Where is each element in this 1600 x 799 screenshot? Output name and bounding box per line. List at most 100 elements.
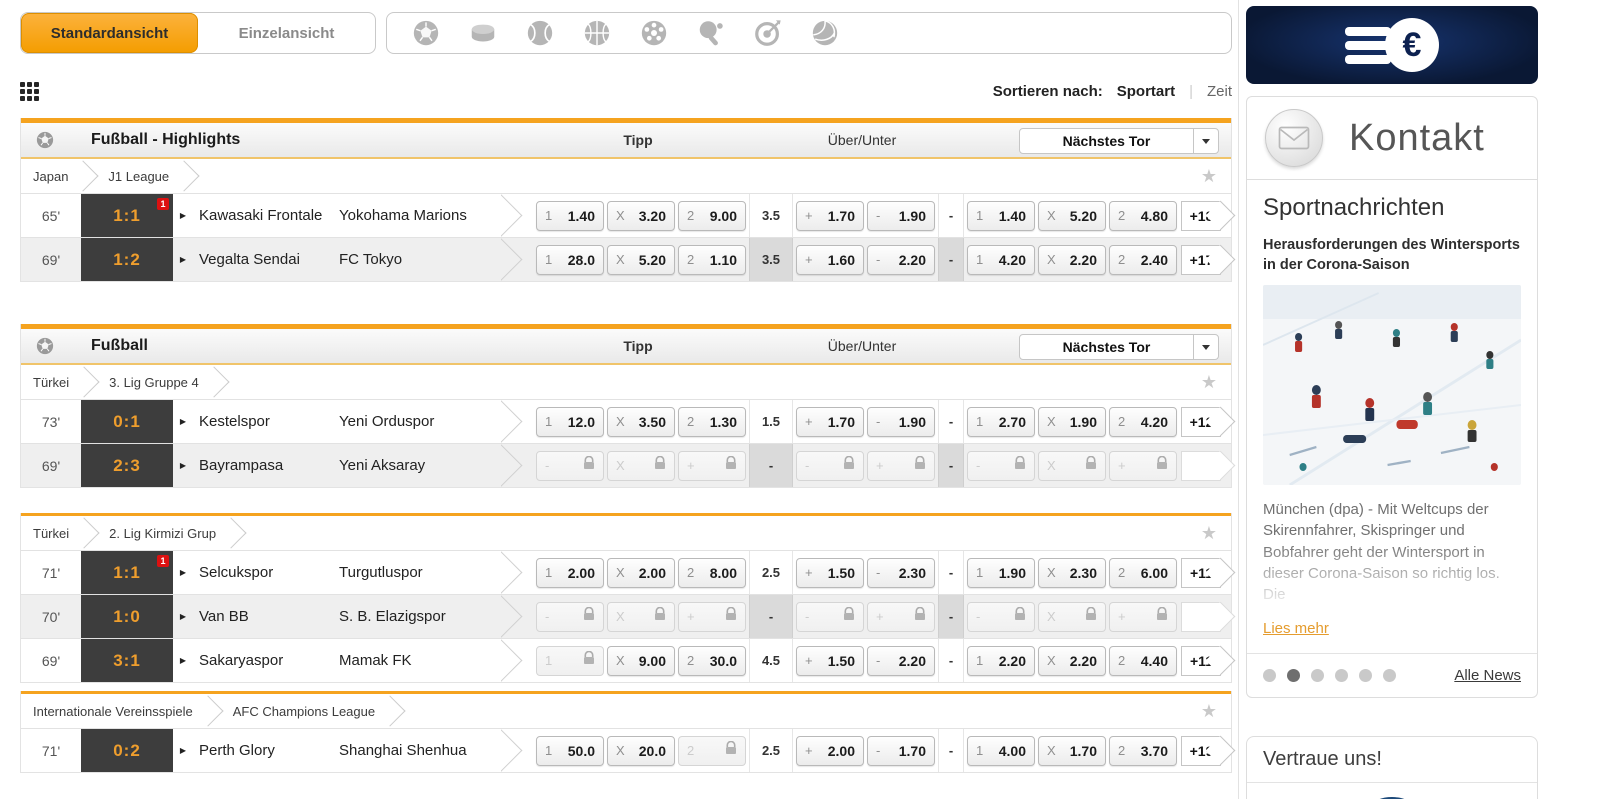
expand-arrow-icon[interactable]: ▶ — [173, 551, 193, 594]
odds-button-tipp[interactable]: 12.00 — [536, 558, 604, 588]
next-goal-dropdown[interactable]: Nächstes Tor — [1019, 334, 1219, 360]
odds-button-over-under[interactable]: -1.70 — [867, 736, 935, 766]
odds-button-next-goal[interactable]: 11.90 — [967, 558, 1035, 588]
odds-button-next-goal[interactable]: 22.40 — [1109, 245, 1177, 275]
tab-einzelansicht[interactable]: Einzelansicht — [198, 13, 375, 53]
all-news-link[interactable]: Alle News — [1454, 667, 1521, 684]
breadcrumb-item[interactable]: Internationale Vereinsspiele — [33, 704, 193, 719]
more-markets-button[interactable]: +17 — [1181, 245, 1221, 275]
odds-button-tipp[interactable]: X5.20 — [607, 245, 675, 275]
odds-button-next-goal[interactable]: X1.70 — [1038, 736, 1106, 766]
pagination-dot[interactable] — [1383, 669, 1396, 682]
breadcrumb-item[interactable]: 2. Lig Kirmizi Grup — [109, 526, 216, 541]
breadcrumb-item[interactable]: Japan — [33, 169, 68, 184]
odds-button-over-under[interactable]: +1.70 — [796, 201, 864, 231]
sort-by-time[interactable]: Zeit — [1207, 83, 1232, 100]
odds-button-over-under[interactable]: -2.30 — [867, 558, 935, 588]
away-team[interactable]: Shanghai Shenhua — [339, 729, 501, 772]
odds-button-next-goal[interactable]: 14.00 — [967, 736, 1035, 766]
away-team[interactable]: Turgutluspor — [339, 551, 501, 594]
odds-button-next-goal[interactable]: X2.20 — [1038, 646, 1106, 676]
odds-button-tipp[interactable]: X3.20 — [607, 201, 675, 231]
odds-button-tipp[interactable]: X20.0 — [607, 736, 675, 766]
odds-button-tipp[interactable]: 29.00 — [678, 201, 746, 231]
ice-hockey-icon[interactable] — [468, 18, 498, 48]
table-tennis-icon[interactable] — [696, 18, 726, 48]
away-team[interactable]: Yeni Orduspor — [339, 400, 501, 443]
more-markets-button[interactable]: +18 — [1181, 201, 1221, 231]
more-markets-button[interactable]: +12 — [1181, 407, 1221, 437]
volleyball-icon[interactable] — [810, 18, 840, 48]
home-team[interactable]: Bayrampasa — [193, 444, 339, 487]
more-markets-button[interactable]: +19 — [1181, 736, 1221, 766]
odds-button-tipp[interactable]: 11.40 — [536, 201, 604, 231]
pagination-dot[interactable] — [1263, 669, 1276, 682]
away-team[interactable]: Yeni Aksaray — [339, 444, 501, 487]
breadcrumb-item[interactable]: Türkei — [33, 526, 69, 541]
favorite-star-icon[interactable]: ★ — [1201, 373, 1217, 391]
odds-button-over-under[interactable]: -2.20 — [867, 245, 935, 275]
soccer-icon[interactable] — [411, 18, 441, 48]
odds-button-tipp[interactable]: 150.0 — [536, 736, 604, 766]
expand-arrow-icon[interactable]: ▶ — [173, 400, 193, 443]
home-team[interactable]: Vegalta Sendai — [193, 238, 339, 281]
expand-arrow-icon[interactable]: ▶ — [173, 194, 193, 237]
odds-button-tipp[interactable]: 28.00 — [678, 558, 746, 588]
home-team[interactable]: Sakaryaspor — [193, 639, 339, 682]
odds-button-tipp[interactable]: 21.30 — [678, 407, 746, 437]
pagination-dot[interactable] — [1335, 669, 1348, 682]
home-team[interactable]: Van BB — [193, 595, 339, 638]
promo-banner[interactable]: € — [1246, 6, 1538, 84]
odds-button-over-under[interactable]: +1.50 — [796, 558, 864, 588]
breadcrumb-item[interactable]: J1 League — [108, 169, 169, 184]
odds-button-tipp[interactable]: 128.0 — [536, 245, 604, 275]
chevron-down-icon[interactable] — [1193, 335, 1218, 359]
odds-button-next-goal[interactable]: 12.20 — [967, 646, 1035, 676]
sort-by-sport[interactable]: Sportart — [1117, 83, 1175, 100]
odds-button-over-under[interactable]: -2.20 — [867, 646, 935, 676]
odds-button-next-goal[interactable]: 24.40 — [1109, 646, 1177, 676]
home-team[interactable]: Kawasaki Frontale — [193, 194, 339, 237]
odds-button-over-under[interactable]: +1.50 — [796, 646, 864, 676]
odds-button-over-under[interactable]: +1.60 — [796, 245, 864, 275]
grid-view-icon[interactable] — [20, 82, 39, 101]
expand-arrow-icon[interactable]: ▶ — [173, 595, 193, 638]
odds-button-over-under[interactable]: -1.90 — [867, 201, 935, 231]
odds-button-over-under[interactable]: -1.90 — [867, 407, 935, 437]
favorite-star-icon[interactable]: ★ — [1201, 702, 1217, 720]
pagination-dot[interactable] — [1311, 669, 1324, 682]
basketball-icon[interactable] — [582, 18, 612, 48]
odds-button-tipp[interactable]: X3.50 — [607, 407, 675, 437]
home-team[interactable]: Perth Glory — [193, 729, 339, 772]
odds-button-next-goal[interactable]: X5.20 — [1038, 201, 1106, 231]
news-headline[interactable]: Herausforderungen des Wintersports in de… — [1263, 236, 1521, 275]
away-team[interactable]: Yokohama Marions — [339, 194, 501, 237]
darts-icon[interactable] — [753, 18, 783, 48]
breadcrumb-item[interactable]: Türkei — [33, 375, 69, 390]
odds-button-next-goal[interactable]: 24.80 — [1109, 201, 1177, 231]
odds-button-tipp[interactable]: 21.10 — [678, 245, 746, 275]
odds-button-next-goal[interactable]: X1.90 — [1038, 407, 1106, 437]
odds-button-next-goal[interactable]: 11.40 — [967, 201, 1035, 231]
expand-arrow-icon[interactable]: ▶ — [173, 729, 193, 772]
soccer-alt-icon[interactable] — [639, 18, 669, 48]
breadcrumb-item[interactable]: AFC Champions League — [233, 704, 375, 719]
next-goal-dropdown[interactable]: Nächstes Tor — [1019, 128, 1219, 154]
tennis-icon[interactable] — [525, 18, 555, 48]
breadcrumb-item[interactable]: 3. Lig Gruppe 4 — [109, 375, 199, 390]
expand-arrow-icon[interactable]: ▶ — [173, 444, 193, 487]
kontakt-link[interactable]: Kontakt — [1247, 97, 1537, 180]
pagination-dot[interactable] — [1287, 669, 1300, 682]
favorite-star-icon[interactable]: ★ — [1201, 524, 1217, 542]
odds-button-next-goal[interactable]: 12.70 — [967, 407, 1035, 437]
tab-standardansicht[interactable]: Standardansicht — [21, 13, 198, 53]
away-team[interactable]: S. B. Elazigspor — [339, 595, 501, 638]
odds-button-tipp[interactable]: 230.0 — [678, 646, 746, 676]
odds-button-over-under[interactable]: +2.00 — [796, 736, 864, 766]
odds-button-tipp[interactable]: X9.00 — [607, 646, 675, 676]
away-team[interactable]: FC Tokyo — [339, 238, 501, 281]
odds-button-next-goal[interactable]: 26.00 — [1109, 558, 1177, 588]
odds-button-next-goal[interactable]: 24.20 — [1109, 407, 1177, 437]
read-more-link[interactable]: Lies mehr — [1263, 620, 1329, 637]
odds-button-tipp[interactable]: 112.0 — [536, 407, 604, 437]
